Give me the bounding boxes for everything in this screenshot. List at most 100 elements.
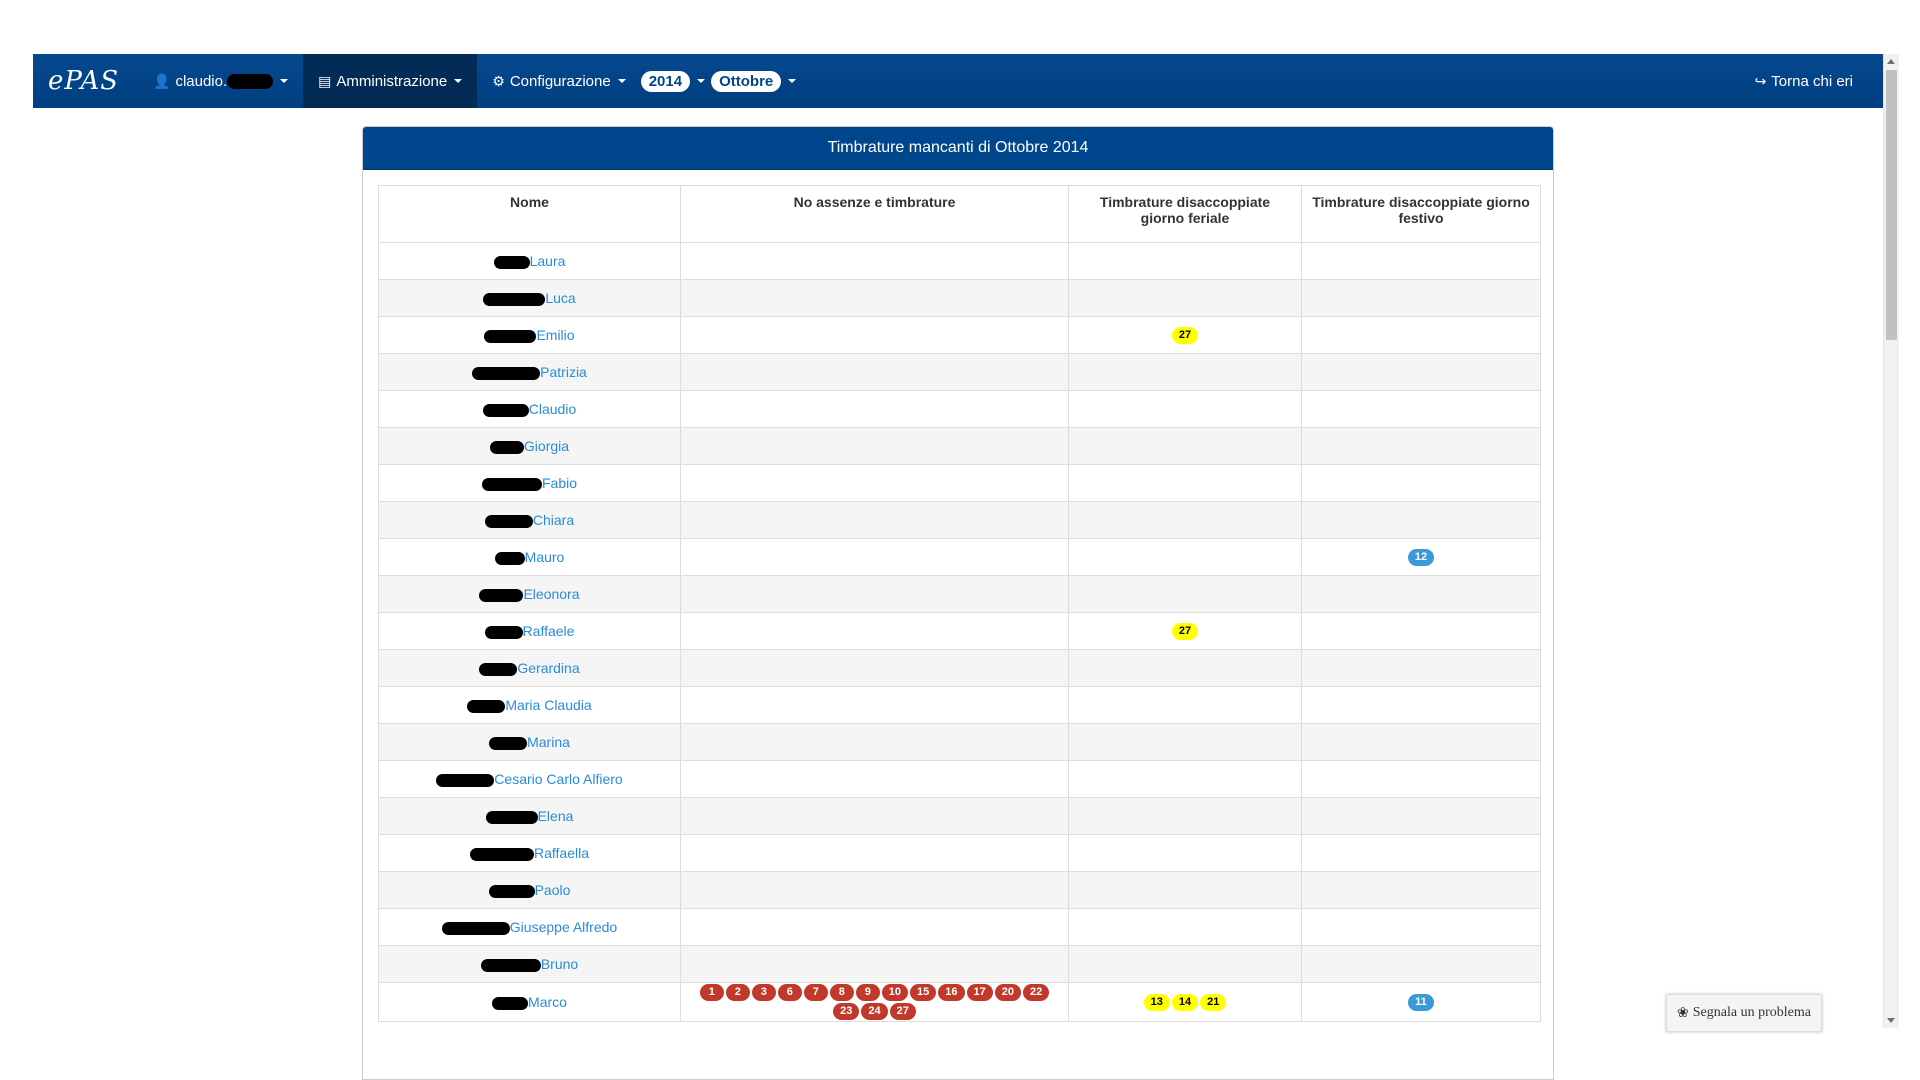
chevron-down-icon xyxy=(454,79,463,83)
day-badge-missing[interactable]: 9 xyxy=(855,984,880,1001)
day-badge-weekday[interactable]: 27 xyxy=(1171,327,1199,344)
back-link[interactable]: ↪ Torna chi eri xyxy=(1740,54,1883,108)
employee-link[interactable]: Marina xyxy=(527,734,570,750)
day-badge-missing[interactable]: 10 xyxy=(881,984,908,1001)
year-selector[interactable]: 2014 xyxy=(640,54,711,108)
scroll-down-icon[interactable] xyxy=(1887,1018,1895,1023)
employee-link[interactable]: Mauro xyxy=(525,549,565,565)
employee-link[interactable]: Emilio xyxy=(536,327,574,343)
day-badge-holiday[interactable]: 12 xyxy=(1407,549,1435,566)
day-badge-missing[interactable]: 17 xyxy=(966,984,993,1001)
employee-link[interactable]: Fabio xyxy=(542,475,577,491)
redaction-mark xyxy=(482,403,529,417)
report-problem-button[interactable]: ❀ Segnala un problema xyxy=(1666,994,1822,1032)
cell-no-absences xyxy=(680,427,1069,465)
cell-weekday xyxy=(1068,908,1302,946)
stamps-table: Nome No assenze e timbrature Timbrature … xyxy=(378,185,1541,1022)
cell-weekday xyxy=(1068,353,1302,391)
cell-name: Gerardina xyxy=(378,649,681,687)
employee-link[interactable]: Gerardina xyxy=(517,660,579,676)
cell-name: Elena xyxy=(378,797,681,835)
missing-stamps-panel: Timbrature mancanti di Ottobre 2014 Nome… xyxy=(362,126,1554,1080)
cell-holiday xyxy=(1301,464,1541,502)
scroll-up-icon[interactable] xyxy=(1887,59,1895,64)
employee-link[interactable]: Claudio xyxy=(529,401,576,417)
employee-link[interactable]: Giorgia xyxy=(524,438,569,454)
cell-name: Laura xyxy=(378,242,681,280)
day-badge-weekday[interactable]: 27 xyxy=(1171,623,1199,640)
employee-link[interactable]: Eleonora xyxy=(523,586,579,602)
day-badge-missing[interactable]: 6 xyxy=(777,984,802,1001)
cell-no-absences xyxy=(680,464,1069,502)
employee-link[interactable]: Patrizia xyxy=(540,364,587,380)
day-badge-missing[interactable]: 16 xyxy=(938,984,965,1001)
cell-holiday xyxy=(1301,760,1541,798)
cell-weekday xyxy=(1068,242,1302,280)
day-badge-missing[interactable]: 22 xyxy=(1023,984,1050,1001)
header-name: Nome xyxy=(378,185,681,243)
day-badge-missing[interactable]: 23 xyxy=(833,1003,860,1020)
scroll-thumb[interactable] xyxy=(1886,70,1897,340)
cell-no-absences xyxy=(680,760,1069,798)
panel-title: Timbrature mancanti di Ottobre 2014 xyxy=(363,127,1553,170)
day-badge-weekday[interactable]: 21 xyxy=(1200,994,1227,1011)
day-badge-weekday[interactable]: 14 xyxy=(1171,994,1199,1011)
day-badge-holiday[interactable]: 11 xyxy=(1408,994,1434,1011)
cell-holiday xyxy=(1301,797,1541,835)
cell-weekday xyxy=(1068,390,1302,428)
redaction-mark xyxy=(436,773,495,787)
employee-link[interactable]: Luca xyxy=(545,290,575,306)
table-row: Marco 1 2 3 6 7 8 9 10 15 16 17 20 2223 24 27 13 14 21 11 xyxy=(378,982,1541,1022)
employee-link[interactable]: Chiara xyxy=(533,512,574,528)
cell-no-absences xyxy=(680,538,1069,576)
employee-link[interactable]: Maria Claudia xyxy=(505,697,591,713)
admin-menu[interactable]: ▤ Amministrazione xyxy=(303,54,478,108)
cell-holiday xyxy=(1301,945,1541,983)
employee-link[interactable]: Cesario Carlo Alfiero xyxy=(494,771,622,787)
day-badge-missing[interactable]: 3 xyxy=(751,984,776,1001)
cell-holiday xyxy=(1301,649,1541,687)
day-badge-missing[interactable]: 2 xyxy=(725,984,750,1001)
day-badge-missing[interactable]: 8 xyxy=(829,984,854,1001)
config-menu[interactable]: ⚙ Configurazione xyxy=(477,54,640,108)
day-badge-missing[interactable]: 15 xyxy=(910,984,937,1001)
day-badge-missing[interactable]: 27 xyxy=(889,1003,916,1020)
employee-link[interactable]: Giuseppe Alfredo xyxy=(510,919,617,935)
redaction-mark xyxy=(479,588,524,602)
day-badge-missing[interactable]: 20 xyxy=(994,984,1021,1001)
redaction-mark xyxy=(484,625,523,639)
cell-weekday xyxy=(1068,871,1302,909)
user-menu[interactable]: 👤 claudio. xyxy=(138,54,303,108)
page-scrollbar[interactable] xyxy=(1883,54,1899,1028)
day-badge-missing[interactable]: 24 xyxy=(861,1003,888,1020)
month-selector[interactable]: Ottobre xyxy=(711,54,802,108)
chevron-down-icon xyxy=(788,79,797,83)
chevron-down-icon xyxy=(280,79,289,83)
cell-weekday xyxy=(1068,686,1302,724)
cell-name: Chiara xyxy=(378,501,681,539)
table-body: Laura Luca Emilio 27 Patrizia Claudio Giorgia F… xyxy=(378,242,1541,1022)
employee-link[interactable]: Marco xyxy=(528,994,567,1010)
top-navbar: ePAS 👤 claudio. ▤ Amministrazione ⚙ Conf… xyxy=(33,54,1883,108)
brand-logo[interactable]: ePAS xyxy=(33,66,138,96)
cell-weekday: 27 xyxy=(1068,316,1302,354)
employee-link[interactable]: Elena xyxy=(538,808,574,824)
employee-link[interactable]: Bruno xyxy=(541,956,578,972)
redaction-mark xyxy=(492,996,529,1010)
employee-link[interactable]: Raffaele xyxy=(523,623,575,639)
day-badge-missing[interactable]: 7 xyxy=(803,984,828,1001)
day-badge-weekday[interactable]: 13 xyxy=(1143,994,1170,1011)
month-pill: Ottobre xyxy=(711,70,782,92)
employee-link[interactable]: Paolo xyxy=(535,882,571,898)
redaction-mark xyxy=(493,255,530,269)
employee-link[interactable]: Laura xyxy=(530,253,566,269)
table-row: Laura xyxy=(378,242,1541,280)
cell-holiday xyxy=(1301,575,1541,613)
day-badge-missing[interactable]: 1 xyxy=(699,984,724,1001)
cell-name: Luca xyxy=(378,279,681,317)
cell-holiday xyxy=(1301,723,1541,761)
header-weekday: Timbrature disaccoppiate giorno feriale xyxy=(1068,185,1302,243)
employee-link[interactable]: Raffaella xyxy=(534,845,589,861)
cell-no-absences xyxy=(680,612,1069,650)
header-holiday: Timbrature disaccoppiate giorno festivo xyxy=(1301,185,1541,243)
